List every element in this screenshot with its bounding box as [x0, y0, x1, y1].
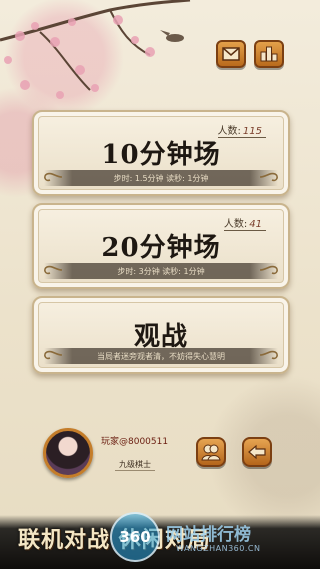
leaderboard-button[interactable] — [254, 40, 284, 68]
swirl-ornament-icon — [259, 172, 278, 182]
swirl-ornament-icon — [44, 172, 63, 182]
room-title: 20分钟场 — [101, 233, 221, 263]
back-button[interactable] — [242, 437, 272, 467]
player-id: 玩家@8000511 — [101, 437, 169, 447]
watermark-badge: 360 — [110, 512, 160, 562]
room-rules-text: 步时: 1.5分钟 读秒: 1分钟 — [113, 173, 209, 183]
spectate-quote: 当局者迷旁观者清，不妨得失心慧明 — [44, 348, 278, 364]
watermark-text: 网站排行榜 — [166, 525, 251, 545]
room-card-20min[interactable]: 人数: 41 20分钟场 步时: 3分钟 读秒: 1分钟 — [32, 203, 290, 289]
player-profile[interactable]: 玩家@8000511 九级棋士 — [43, 428, 183, 480]
room-rules-text: 步时: 3分钟 读秒: 1分钟 — [117, 266, 205, 276]
leaderboard-icon — [260, 46, 278, 62]
swirl-ornament-icon — [44, 265, 63, 275]
mail-icon — [222, 47, 240, 61]
room-rules: 步时: 1.5分钟 读秒: 1分钟 — [44, 170, 278, 186]
swirl-ornament-icon — [44, 350, 63, 360]
spectate-card[interactable]: 观战 当局者迷旁观者清，不妨得失心慧明 — [32, 296, 290, 374]
room-card-10min[interactable]: 人数: 115 10分钟场 步时: 1.5分钟 读秒: 1分钟 — [32, 110, 290, 196]
room-rules: 步时: 3分钟 读秒: 1分钟 — [44, 263, 278, 279]
watermark-url: WANGZHAN360.CN — [176, 544, 261, 553]
avatar[interactable] — [43, 428, 93, 478]
mail-button[interactable] — [216, 40, 246, 68]
swirl-ornament-icon — [259, 350, 278, 360]
player-rank: 九级棋士 — [115, 459, 155, 471]
back-arrow-icon — [248, 444, 266, 460]
swirl-ornament-icon — [259, 265, 278, 275]
spectate-quote-text: 当局者迷旁观者清，不妨得失心慧明 — [97, 351, 225, 361]
room-title: 10分钟场 — [101, 140, 221, 170]
friends-button[interactable] — [196, 437, 226, 467]
friends-icon — [201, 444, 221, 461]
